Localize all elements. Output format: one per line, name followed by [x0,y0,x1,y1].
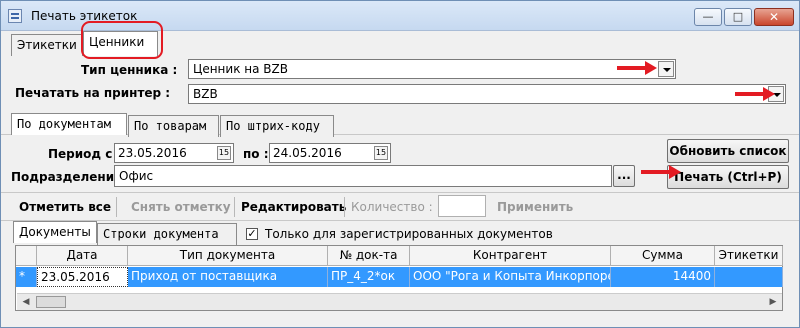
printer-value: BZB [193,87,218,101]
chevron-down-icon[interactable] [658,61,674,77]
scroll-right-icon[interactable]: ▶ [765,295,781,309]
red-arrow-icon [735,87,777,101]
price-type-label: Тип ценника : [81,63,178,77]
toolbar-separator [234,197,235,217]
division-input[interactable]: Офис [114,165,612,187]
browse-division-button[interactable]: ... [613,165,635,187]
unmark-button[interactable]: Снять отметку [131,200,231,214]
quantity-input[interactable] [438,195,486,217]
period-from-value: 23.05.2016 [118,146,187,160]
table-corner [16,246,37,266]
quantity-label: Количество : [351,200,433,214]
column-header[interactable]: Тип документа [128,246,328,266]
period-to-value: 24.05.2016 [273,146,342,160]
edit-button[interactable]: Редактировать [241,200,346,214]
column-header[interactable]: Дата [37,246,128,266]
divider [1,192,799,193]
close-button[interactable]: ✕ [754,8,794,26]
horizontal-scrollbar[interactable]: ◀ ▶ [17,293,782,310]
calendar-icon[interactable]: 15 [217,146,231,160]
table-cell[interactable]: ООО "Рога и Копыта Инкорпорейт [410,267,611,287]
toolbar-separator [344,197,345,217]
table-cell[interactable]: Приход от поставщика [128,267,328,287]
column-header[interactable]: № док-та [328,246,410,266]
period-from-label: Период с : [48,147,122,161]
registered-only-label: Только для зарегистрированных документов [265,227,553,241]
toolbar-separator [116,197,117,217]
table-cell[interactable]: 23.05.2016 [37,267,128,287]
apply-button[interactable]: Применить [497,200,573,214]
tab-labels[interactable]: Этикетки [11,34,83,56]
tab-by-goods[interactable]: По товарам [128,115,219,137]
documents-table[interactable]: Дата Тип документа № док-та Контрагент С… [15,245,783,311]
column-header[interactable]: Контрагент [410,246,611,266]
period-from-input[interactable]: 23.05.2016 15 [114,143,234,163]
minimize-icon: — [702,10,714,23]
registered-only-checkbox[interactable]: ✓ [246,228,258,240]
tab-document-lines[interactable]: Строки документа [97,223,237,245]
column-header[interactable]: Этикетки [715,246,783,266]
division-value: Офис [119,169,154,183]
minimize-button[interactable]: — [694,8,722,26]
scroll-left-icon[interactable]: ◀ [18,295,34,309]
printer-select[interactable]: BZB [188,84,786,104]
app-icon [8,9,22,23]
calendar-icon[interactable]: 15 [374,146,388,160]
tab-by-barcode[interactable]: По штрих-коду [220,115,334,137]
mark-all-button[interactable]: Отметить все [19,200,111,214]
table-cell[interactable]: ПР_4_2*ок [328,267,410,287]
price-type-select[interactable]: Ценник на BZB [188,59,676,79]
refresh-list-button[interactable]: Обновить список [667,139,789,163]
row-marker[interactable]: * [16,267,37,287]
maximize-button[interactable]: □ [724,8,752,26]
table-cell[interactable]: 14400 [611,267,715,287]
scroll-thumb[interactable] [36,296,66,308]
printer-label: Печатать на принтер : [15,86,171,100]
tab-documents[interactable]: Документы [13,221,97,243]
maximize-icon: □ [732,10,744,23]
red-arrow-icon [641,165,683,179]
print-button[interactable]: Печать (Ctrl+P) [667,165,789,189]
period-to-label: по : [243,147,269,161]
close-icon: ✕ [768,10,780,24]
price-type-value: Ценник на BZB [193,62,288,76]
divider [1,220,799,221]
print-labels-window: Печать этикеток — □ ✕ Этикетки Ценники Т… [0,0,800,328]
highlight-circle [81,21,163,59]
period-to-input[interactable]: 24.05.2016 15 [269,143,391,163]
table-cell[interactable] [715,267,783,287]
column-header[interactable]: Сумма [611,246,715,266]
red-arrow-icon [617,61,659,75]
tab-by-documents[interactable]: По документам [11,113,127,135]
